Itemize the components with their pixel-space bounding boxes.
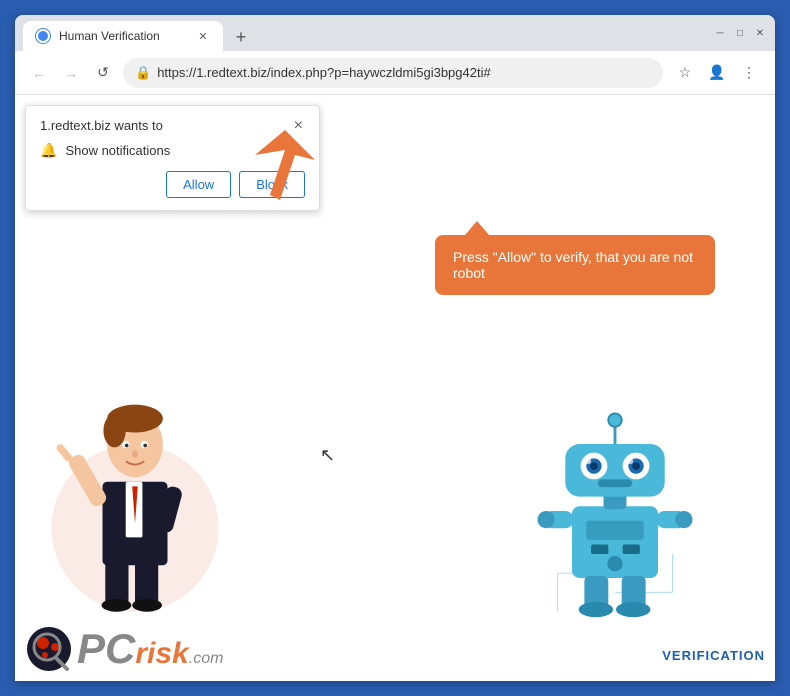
popup-site-text: 1.redtext.biz wants to xyxy=(40,118,163,133)
refresh-button[interactable]: ↺ xyxy=(91,61,115,85)
address-actions: ☆ 👤 ⋮ xyxy=(671,59,763,87)
tab-title: Human Verification xyxy=(59,29,187,43)
tab-close-button[interactable]: ✕ xyxy=(195,28,211,44)
show-notifications-text: Show notifications xyxy=(65,143,170,158)
profile-button[interactable]: 👤 xyxy=(703,59,731,87)
tab-favicon xyxy=(35,28,51,44)
logo-com: .com xyxy=(189,650,224,668)
url-text: https://1.redtext.biz/index.php?p=haywcz… xyxy=(157,65,651,80)
cursor: ↖ xyxy=(320,445,335,466)
menu-button[interactable]: ⋮ xyxy=(735,59,763,87)
verification-badge: VERIFICATION xyxy=(662,648,765,663)
title-bar: Human Verification ✕ + ─ □ ✕ xyxy=(15,15,775,51)
browser-tab[interactable]: Human Verification ✕ xyxy=(23,21,223,51)
back-button[interactable]: ← xyxy=(27,61,51,85)
window-controls: ─ □ ✕ xyxy=(713,26,767,40)
arrow-svg xyxy=(195,125,315,205)
browser-window: Human Verification ✕ + ─ □ ✕ ← → ↺ 🔒 htt… xyxy=(15,15,775,681)
address-bar: ← → ↺ 🔒 https://1.redtext.biz/index.php?… xyxy=(15,51,775,95)
person-illustration xyxy=(45,361,225,621)
page-content: 1.redtext.biz wants to × 🔔 Show notifica… xyxy=(15,95,775,681)
speech-bubble: Press "Allow" to verify, that you are no… xyxy=(435,235,715,295)
logo-text-group: PC risk .com xyxy=(77,628,223,670)
minimize-button[interactable]: ─ xyxy=(713,26,727,40)
close-button[interactable]: ✕ xyxy=(753,26,767,40)
footer-branding: PC risk .com xyxy=(25,625,223,673)
new-tab-button[interactable]: + xyxy=(227,23,255,51)
robot-illustration xyxy=(535,401,695,621)
bell-icon: 🔔 xyxy=(40,142,57,159)
speech-bubble-text: Press "Allow" to verify, that you are no… xyxy=(453,249,693,281)
pcrisk-logo-icon xyxy=(25,625,73,673)
logo-pc: PC xyxy=(77,628,135,670)
url-input[interactable]: 🔒 https://1.redtext.biz/index.php?p=hayw… xyxy=(123,58,663,88)
bookmark-button[interactable]: ☆ xyxy=(671,59,699,87)
tab-area: Human Verification ✕ + xyxy=(23,15,701,51)
maximize-button[interactable]: □ xyxy=(733,26,747,40)
forward-button[interactable]: → xyxy=(59,61,83,85)
lock-icon: 🔒 xyxy=(135,65,151,81)
logo-risk: risk xyxy=(135,639,188,669)
